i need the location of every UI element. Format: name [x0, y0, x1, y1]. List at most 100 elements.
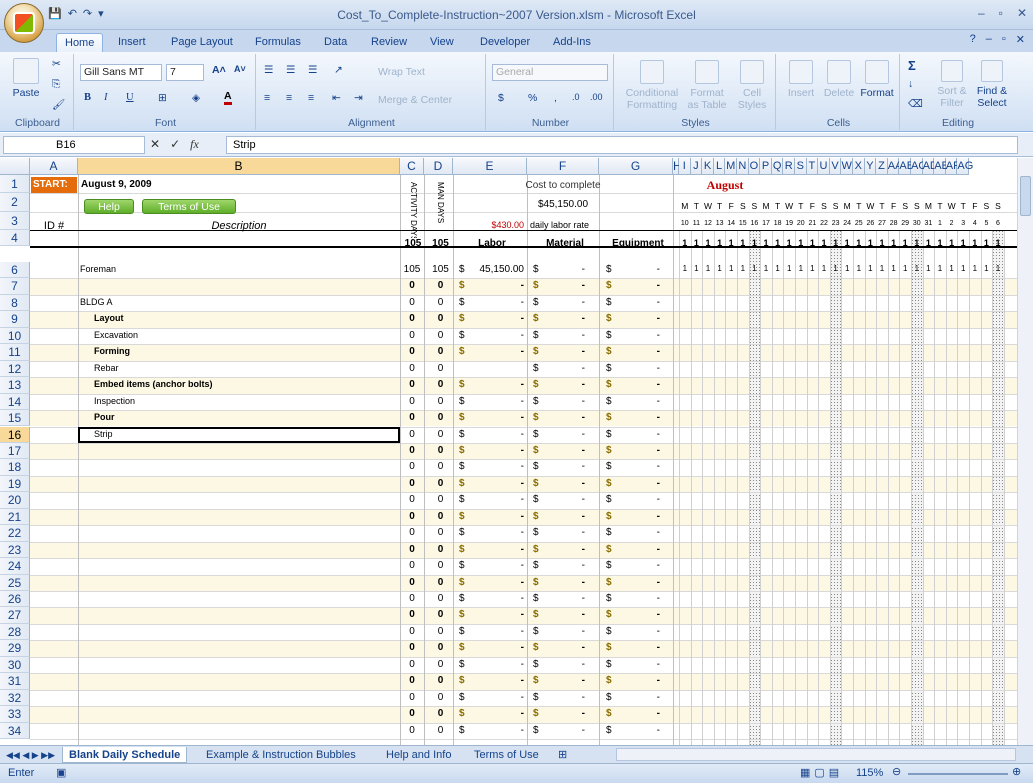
row-labor[interactable]: - [470, 396, 524, 407]
row-material[interactable]: - [545, 626, 585, 637]
row-activity-days[interactable]: 0 [400, 642, 424, 653]
window-controls[interactable]: – ▫ ✕ [978, 6, 1027, 20]
row-labor[interactable]: - [470, 577, 524, 588]
row-equipment[interactable]: - [618, 708, 660, 719]
row-labor[interactable]: - [470, 725, 524, 736]
row-labor[interactable]: - [470, 445, 524, 456]
column-header-R[interactable]: R [783, 158, 795, 175]
row-material[interactable]: - [545, 692, 585, 703]
row-header-4[interactable]: 4 [0, 230, 30, 246]
row-labor[interactable]: - [470, 527, 524, 538]
row-material[interactable]: - [545, 396, 585, 407]
row-description[interactable]: Foreman [80, 264, 398, 274]
row-header-18[interactable]: 18 [0, 459, 30, 476]
row-man-days[interactable]: 0 [426, 692, 455, 703]
format-painter-icon[interactable]: 🖌 [52, 98, 65, 111]
macro-record-icon[interactable]: ▣ [56, 766, 66, 779]
row-activity-days[interactable]: 0 [400, 363, 424, 374]
row-material[interactable]: - [545, 544, 585, 555]
row-header-34[interactable]: 34 [0, 722, 30, 740]
row-material[interactable]: - [545, 675, 585, 686]
row-equipment[interactable]: - [618, 313, 660, 324]
row-equipment[interactable]: - [618, 297, 660, 308]
grow-font-icon[interactable]: A˄ [212, 64, 226, 76]
percent-button[interactable]: % [528, 92, 537, 104]
row-equipment[interactable]: - [618, 527, 660, 538]
row-description[interactable]: Forming [94, 346, 398, 356]
row-material[interactable]: - [545, 659, 585, 670]
horizontal-scrollbar[interactable] [616, 748, 1016, 761]
row-material[interactable]: - [545, 412, 585, 423]
row-labor[interactable]: - [470, 560, 524, 571]
row-material[interactable]: - [545, 313, 585, 324]
row-labor[interactable]: - [470, 313, 524, 324]
row-labor[interactable]: - [470, 297, 524, 308]
row-activity-days[interactable]: 0 [400, 330, 424, 341]
row-equipment[interactable]: - [618, 412, 660, 423]
row-labor[interactable]: 45,150.00 [470, 264, 525, 275]
align-center-icon[interactable]: ≡ [286, 92, 292, 104]
row-activity-days[interactable]: 0 [400, 445, 424, 456]
row-equipment[interactable]: - [618, 280, 660, 291]
column-header-T[interactable]: T [806, 158, 819, 175]
column-header-M[interactable]: M [725, 158, 737, 175]
row-equipment[interactable]: - [618, 692, 660, 703]
row-activity-days[interactable]: 0 [400, 626, 424, 637]
row-header-19[interactable]: 19 [0, 475, 30, 493]
row-equipment[interactable]: - [618, 330, 660, 341]
copy-icon[interactable]: ⎘ [52, 78, 60, 91]
ribbon-tab-add-ins[interactable]: Add-Ins [545, 33, 599, 52]
row-labor[interactable]: - [470, 511, 524, 522]
row-material[interactable]: - [545, 445, 585, 456]
row-activity-days[interactable]: 0 [400, 478, 424, 489]
row-header-25[interactable]: 25 [0, 574, 30, 591]
row-header-33[interactable]: 33 [0, 706, 30, 723]
row-man-days[interactable]: 0 [426, 363, 455, 374]
row-header-29[interactable]: 29 [0, 640, 30, 657]
sheet-tab-terms-of-use[interactable]: Terms of Use [468, 747, 545, 763]
row-labor[interactable]: - [470, 642, 524, 653]
merge-center-button[interactable]: Merge & Center [378, 94, 452, 106]
row-equipment[interactable]: - [618, 560, 660, 571]
font-name-select[interactable]: Gill Sans MT [80, 64, 162, 81]
row-labor[interactable]: - [470, 330, 524, 341]
row-activity-days[interactable]: 0 [400, 544, 424, 555]
column-header-J[interactable]: J [690, 158, 703, 175]
row-activity-days[interactable]: 0 [400, 577, 424, 588]
row-activity-days[interactable]: 0 [400, 708, 424, 719]
row-equipment[interactable]: - [618, 577, 660, 588]
row-man-days[interactable]: 0 [426, 675, 455, 686]
row-activity-days[interactable]: 0 [400, 396, 424, 407]
ribbon-tab-home[interactable]: Home [56, 33, 104, 52]
row-equipment[interactable]: - [618, 544, 660, 555]
column-header-B[interactable]: B [78, 158, 400, 175]
restore-icon[interactable]: ▫ [999, 6, 1003, 20]
format-cells-button[interactable]: Format [858, 60, 896, 99]
column-header-AE[interactable]: AE [934, 158, 949, 175]
currency-button[interactable]: $ [498, 92, 504, 104]
column-header-N[interactable]: N [737, 158, 749, 175]
row-material[interactable]: - [545, 379, 585, 390]
row-material[interactable]: - [545, 297, 585, 308]
row-activity-days[interactable]: 0 [400, 675, 424, 686]
autosum-button[interactable]: Σ [908, 58, 916, 73]
row-man-days[interactable]: 0 [426, 330, 455, 341]
insert-cells-button[interactable]: Insert [782, 60, 820, 99]
column-header-AA[interactable]: AA [887, 158, 902, 175]
row-labor[interactable]: - [470, 544, 524, 555]
row-header-28[interactable]: 28 [0, 623, 30, 641]
row-material[interactable]: - [545, 346, 585, 357]
row-man-days[interactable]: 0 [426, 412, 455, 423]
row-activity-days[interactable]: 0 [400, 297, 424, 308]
column-header-L[interactable]: L [713, 158, 726, 175]
worksheet-grid[interactable]: A B C D E F G H I J K L M N O P Q R S T U V W X Y Z AA AB AC AD AE AF AG… [0, 158, 1017, 745]
row-material[interactable]: - [545, 560, 585, 571]
align-right-icon[interactable]: ≡ [308, 92, 314, 104]
row-equipment[interactable]: - [618, 363, 660, 374]
column-header-E[interactable]: E [453, 158, 527, 175]
row-header-31[interactable]: 31 [0, 673, 30, 690]
row-labor[interactable]: - [470, 379, 524, 390]
view-buttons-icon[interactable]: ▦▢▤ [800, 766, 843, 779]
shrink-font-icon[interactable]: A˅ [234, 64, 246, 74]
fill-icon[interactable]: ↓ [908, 78, 913, 90]
